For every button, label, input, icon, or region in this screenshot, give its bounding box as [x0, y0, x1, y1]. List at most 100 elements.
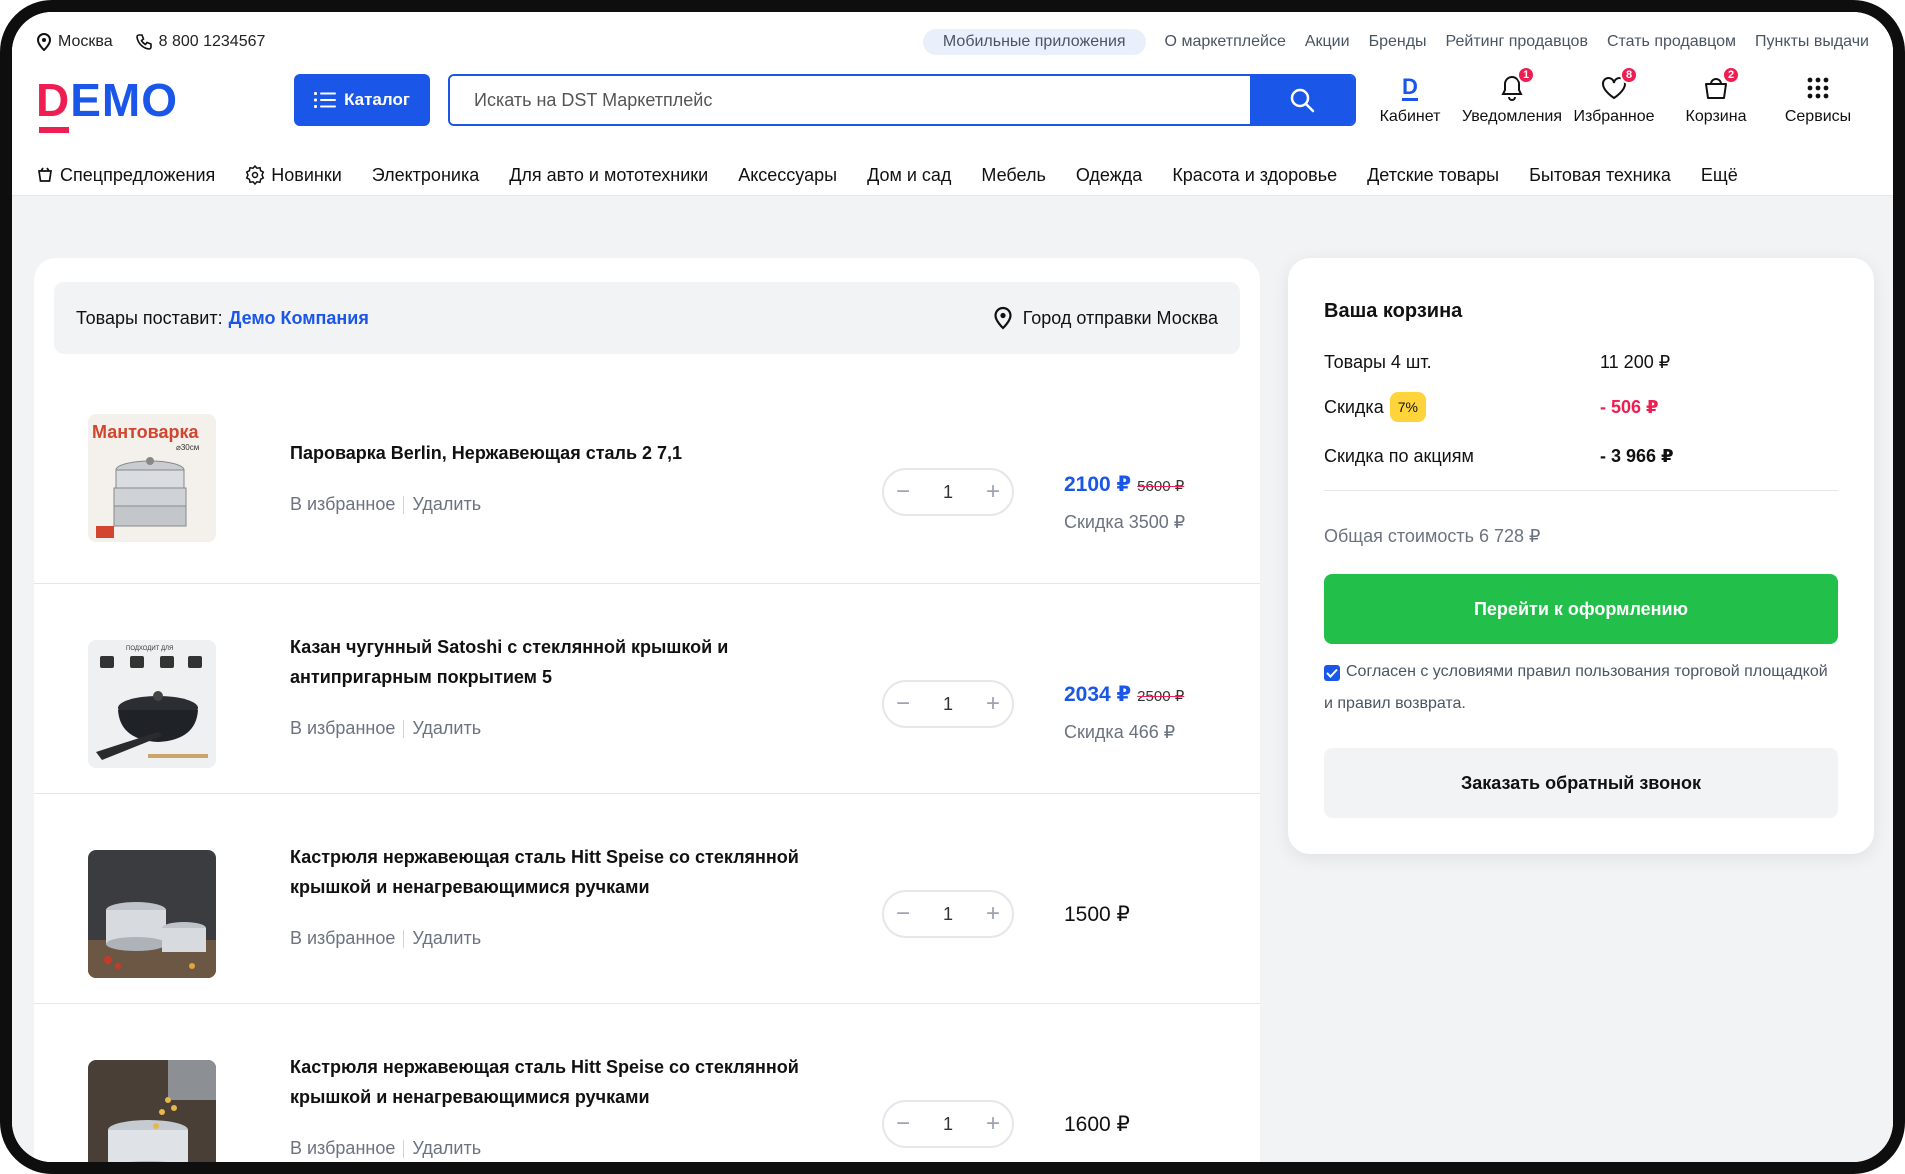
- divider: [403, 929, 405, 948]
- supplier-company-link[interactable]: Демо Компания: [229, 308, 369, 329]
- product-name[interactable]: Пароварка Berlin, Нержавеющая сталь 2 7,…: [290, 438, 850, 468]
- discount-value: - 506 ₽: [1600, 396, 1659, 417]
- search-input[interactable]: [450, 76, 1250, 124]
- category-label: Бытовая техника: [1529, 164, 1671, 185]
- site-header: Москва 8 800 1234567 Мобильные приложени…: [12, 12, 1893, 196]
- link-promotions[interactable]: Акции: [1305, 33, 1350, 51]
- link-brands[interactable]: Бренды: [1369, 33, 1427, 51]
- quantity-stepper: − 1 +: [882, 890, 1014, 938]
- cart-items-panel: Товары поставит: Демо Компания Город отп…: [34, 258, 1260, 1162]
- current-price: 2034 ₽: [1064, 683, 1132, 706]
- goods-label: Товары 4 шт.: [1324, 352, 1432, 372]
- total-cost: Общая стоимость 6 728 ₽: [1324, 526, 1541, 546]
- summary-title: Ваша корзина: [1324, 300, 1463, 322]
- phone-link[interactable]: 8 800 1234567: [135, 33, 265, 51]
- category-label: Одежда: [1075, 164, 1143, 185]
- category-home-garden[interactable]: Дом и сад: [867, 165, 951, 186]
- steamer-product-image: Мантоварка ⌀30см: [88, 414, 216, 542]
- pot-product-image: [88, 1060, 216, 1162]
- increase-button[interactable]: +: [986, 902, 1000, 926]
- callback-button[interactable]: Заказать обратный звонок: [1324, 748, 1838, 818]
- category-label: Электроника: [371, 164, 480, 185]
- add-to-favorites-link[interactable]: В избранное: [290, 928, 395, 949]
- product-thumbnail[interactable]: Мантоварка ⌀30см: [88, 414, 216, 542]
- category-more[interactable]: Ещё: [1701, 165, 1738, 186]
- category-auto-moto[interactable]: Для авто и мототехники: [509, 165, 708, 186]
- link-seller-rating[interactable]: Рейтинг продавцов: [1446, 33, 1588, 51]
- product-thumbnail[interactable]: [88, 850, 216, 978]
- nav-account-label: Кабинет: [1379, 108, 1441, 125]
- category-beauty-health[interactable]: Красота и здоровье: [1172, 165, 1337, 186]
- product-name[interactable]: Кастрюля нержавеющая сталь Hitt Speise с…: [290, 842, 850, 902]
- nav-favorites[interactable]: 8 Избранное: [1563, 66, 1665, 126]
- divider: [403, 495, 405, 514]
- thumb-brand-text: Мантоварка: [92, 422, 200, 442]
- product-name-line: крышкой и ненагревающимися ручками: [290, 1087, 650, 1107]
- product-name-line: Казан чугунный Satoshi с стеклянной крыш…: [290, 637, 729, 657]
- item-actions: В избранное Удалить: [290, 718, 481, 739]
- product-thumbnail[interactable]: ПОДХОДИТ ДЛЯ: [88, 640, 216, 768]
- nav-account[interactable]: D Кабинет: [1359, 74, 1461, 126]
- increase-button[interactable]: +: [986, 480, 1000, 504]
- location-pin-icon: [994, 306, 1012, 330]
- category-special-offers[interactable]: Спецпредложения: [36, 165, 215, 186]
- remove-item-link[interactable]: Удалить: [412, 1138, 481, 1159]
- product-name[interactable]: Кастрюля нержавеющая сталь Hitt Speise с…: [290, 1052, 850, 1112]
- category-furniture[interactable]: Мебель: [981, 165, 1045, 186]
- category-new[interactable]: Новинки: [245, 165, 342, 186]
- summary-discount-row: Скидка 7% - 506 ₽: [1324, 392, 1844, 422]
- quantity-value[interactable]: 1: [943, 904, 953, 925]
- thumb-size-text: ⌀30см: [176, 443, 199, 452]
- quantity-value[interactable]: 1: [943, 1114, 953, 1135]
- promo-value: - 3 966 ₽: [1600, 446, 1674, 466]
- menu-list-icon: [314, 92, 337, 108]
- top-links: Мобильные приложения О маркетплейсе Акци…: [922, 29, 1869, 55]
- increase-button[interactable]: +: [986, 692, 1000, 716]
- product-name[interactable]: Казан чугунный Satoshi с стеклянной крыш…: [290, 632, 850, 692]
- terms-checkbox[interactable]: [1324, 665, 1340, 681]
- decrease-button[interactable]: −: [896, 1112, 910, 1136]
- divider: [403, 719, 405, 738]
- category-label: Для авто и мототехники: [509, 164, 709, 185]
- terms-agreement: Согласен с условиями правил пользования …: [1324, 656, 1838, 720]
- decrease-button[interactable]: −: [896, 692, 910, 716]
- catalog-button[interactable]: Каталог: [294, 74, 430, 126]
- decrease-button[interactable]: −: [896, 480, 910, 504]
- link-become-seller[interactable]: Стать продавцом: [1607, 33, 1736, 51]
- link-mobile-apps[interactable]: Мобильные приложения: [922, 29, 1146, 55]
- nav-services[interactable]: Сервисы: [1767, 74, 1869, 126]
- decrease-button[interactable]: −: [896, 902, 910, 926]
- link-pickup-points[interactable]: Пункты выдачи: [1755, 33, 1869, 51]
- cart-item: Кастрюля нержавеющая сталь Hitt Speise с…: [34, 794, 1260, 1004]
- terms-text[interactable]: Согласен с условиями правил пользования …: [1324, 663, 1828, 712]
- category-label: Аксессуары: [738, 164, 838, 185]
- search-button[interactable]: [1250, 76, 1354, 124]
- category-clothing[interactable]: Одежда: [1076, 165, 1142, 186]
- product-thumbnail[interactable]: [88, 1060, 216, 1162]
- current-price: 2100 ₽: [1064, 473, 1132, 496]
- category-appliances[interactable]: Бытовая техника: [1529, 165, 1671, 186]
- link-about[interactable]: О маркетплейсе: [1165, 33, 1286, 51]
- add-to-favorites-link[interactable]: В избранное: [290, 718, 395, 739]
- category-label: Детские товары: [1367, 164, 1500, 185]
- remove-item-link[interactable]: Удалить: [412, 928, 481, 949]
- nav-cart[interactable]: 2 Корзина: [1665, 66, 1767, 126]
- add-to-favorites-link[interactable]: В избранное: [290, 1138, 395, 1159]
- remove-item-link[interactable]: Удалить: [412, 494, 481, 515]
- category-label: Мебель: [981, 164, 1046, 185]
- quantity-value[interactable]: 1: [943, 482, 953, 503]
- cart-badge: 2: [1722, 66, 1740, 84]
- kazan-product-image: ПОДХОДИТ ДЛЯ: [88, 640, 216, 768]
- checkout-button[interactable]: Перейти к оформлению: [1324, 574, 1838, 644]
- quantity-value[interactable]: 1: [943, 694, 953, 715]
- cart-item: Кастрюля нержавеющая сталь Hitt Speise с…: [34, 1004, 1260, 1162]
- nav-notifications[interactable]: 1 Уведомления: [1461, 66, 1563, 126]
- category-kids[interactable]: Детские товары: [1367, 165, 1499, 186]
- logo[interactable]: DEMO: [36, 77, 216, 133]
- category-electronics[interactable]: Электроника: [372, 165, 479, 186]
- category-accessories[interactable]: Аксессуары: [738, 165, 837, 186]
- add-to-favorites-link[interactable]: В избранное: [290, 494, 395, 515]
- increase-button[interactable]: +: [986, 1112, 1000, 1136]
- remove-item-link[interactable]: Удалить: [412, 718, 481, 739]
- city-selector[interactable]: Москва: [36, 33, 113, 51]
